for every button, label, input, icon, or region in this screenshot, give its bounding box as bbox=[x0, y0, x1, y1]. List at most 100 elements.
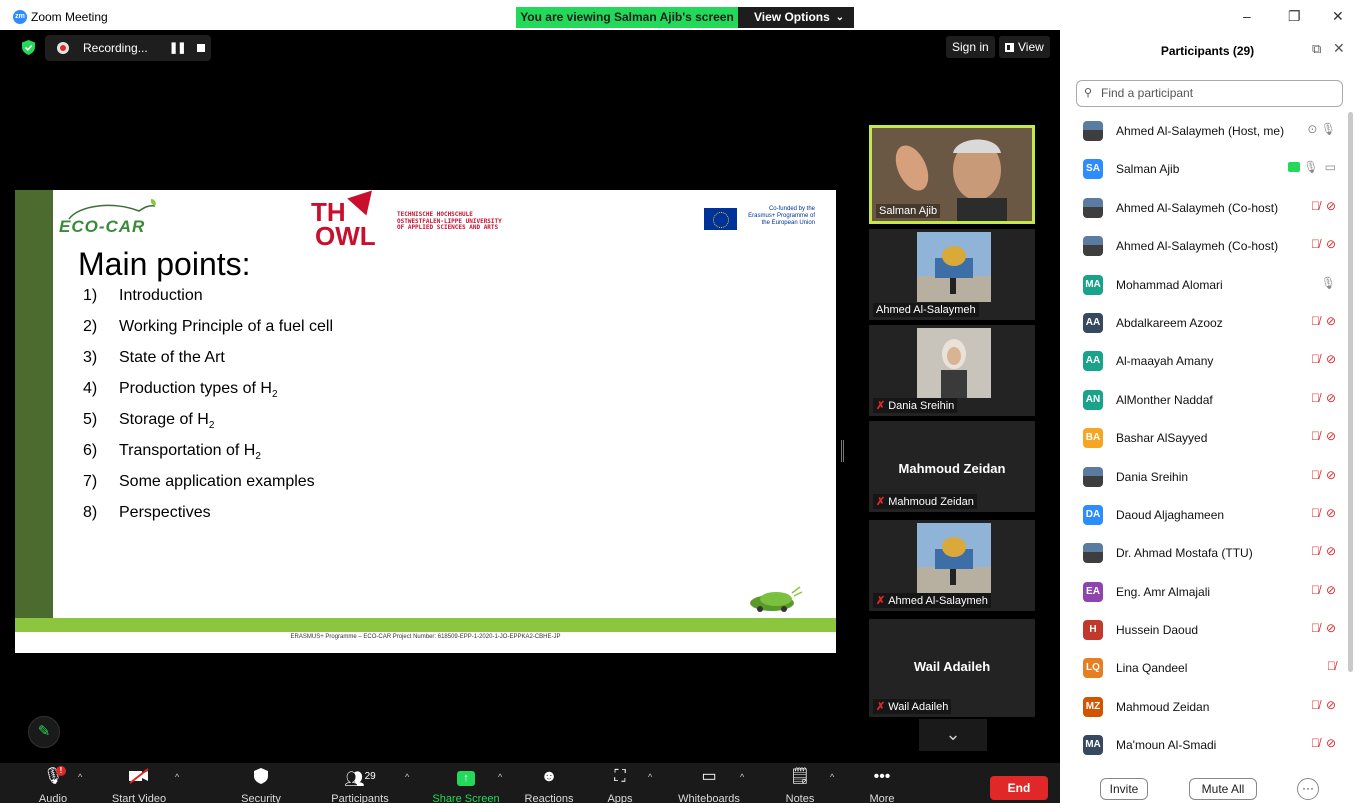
audio-options-caret-icon[interactable]: ^ bbox=[78, 772, 82, 782]
list-item: 7) Some application examples bbox=[83, 473, 315, 490]
stop-recording-icon[interactable] bbox=[197, 44, 205, 52]
participant-status-icons: 🎙̸ ⊘ bbox=[1311, 736, 1336, 750]
notes-icon: 🗒︎ bbox=[789, 768, 811, 785]
slide-title: Main points: bbox=[78, 246, 251, 282]
video-off-icon: ⊘ bbox=[1325, 198, 1336, 213]
participant-status-icons: 🎙̸ ⊘ bbox=[1311, 352, 1336, 366]
participant-row[interactable]: MZ Mahmoud Zeidan 🎙̸ ⊘ bbox=[1060, 688, 1350, 726]
video-off-icon: ⊘ bbox=[1325, 505, 1336, 520]
notes-caret-icon[interactable]: ^ bbox=[830, 772, 834, 782]
participant-row[interactable]: Dr. Ahmad Mostafa (TTU) 🎙̸ ⊘ bbox=[1060, 534, 1350, 572]
chevron-down-icon: ⌄ bbox=[945, 724, 961, 744]
minimize-icon[interactable]: – bbox=[1243, 8, 1251, 24]
more-options-button[interactable]: ··· bbox=[1297, 778, 1319, 800]
participant-row[interactable]: EA Eng. Amr Almajali 🎙̸ ⊘ bbox=[1060, 573, 1350, 611]
whiteboards-button[interactable]: ▭ Whiteboards bbox=[673, 763, 745, 803]
title-bar: zm Zoom Meeting You are viewing Salman A… bbox=[0, 0, 1060, 30]
participant-row[interactable]: SA Salman Ajib 🎙︎ ▭ bbox=[1060, 150, 1350, 188]
apps-button[interactable]: ⛶ Apps bbox=[600, 763, 640, 803]
participant-row[interactable]: AN AlMonther Naddaf 🎙̸ ⊘ bbox=[1060, 381, 1350, 419]
participant-row[interactable]: AA Al-maayah Amany 🎙̸ ⊘ bbox=[1060, 342, 1350, 380]
participant-row[interactable]: DA Daoud Aljaghameen 🎙̸ ⊘ bbox=[1060, 496, 1350, 534]
participant-row[interactable]: H Hussein Daoud 🎙̸ ⊘ bbox=[1060, 611, 1350, 649]
more-button[interactable]: ••• More bbox=[862, 763, 902, 803]
mic-muted-icon: 🎙̸ bbox=[1310, 467, 1320, 482]
screen-share-icon bbox=[1288, 162, 1301, 173]
mic-off-icon: ✗ bbox=[876, 496, 886, 508]
video-tile[interactable]: Mahmoud Zeidan ✗ Mahmoud Zeidan bbox=[869, 421, 1035, 512]
participants-panel: – ❐ ✕ Participants (29) ⧉ ✕ ⚲ Ahmed Al-S… bbox=[1060, 0, 1355, 803]
mute-all-button[interactable]: Mute All bbox=[1189, 778, 1257, 800]
audio-button[interactable]: 🎙︎ ! Audio bbox=[30, 763, 76, 803]
view-options-button[interactable]: View Options ⌄ bbox=[738, 7, 854, 28]
restore-icon[interactable]: ❐ bbox=[1288, 8, 1301, 25]
more-dots-icon: ••• bbox=[873, 768, 891, 785]
security-shield-icon[interactable] bbox=[22, 40, 35, 55]
video-tile[interactable]: Wail Adaileh ✗ Wail Adaileh bbox=[869, 619, 1035, 717]
mic-off-icon: ✗ bbox=[876, 595, 886, 607]
sign-in-button[interactable]: Sign in bbox=[946, 36, 995, 58]
invite-button[interactable]: Invite bbox=[1100, 778, 1148, 800]
security-shield-icon bbox=[235, 768, 287, 786]
apps-caret-icon[interactable]: ^ bbox=[648, 772, 652, 782]
video-options-caret-icon[interactable]: ^ bbox=[175, 772, 179, 782]
avatar: DA bbox=[1083, 504, 1103, 525]
mic-muted-icon: 🎙̸ bbox=[1310, 390, 1320, 405]
audio-alert-badge: ! bbox=[56, 766, 66, 776]
participant-row[interactable]: MA Ma'moun Al-Smadi 🎙̸ ⊘ bbox=[1060, 726, 1350, 764]
participant-row[interactable]: BA Bashar AlSayyed 🎙̸ ⊘ bbox=[1060, 419, 1350, 457]
whiteboards-caret-icon[interactable]: ^ bbox=[740, 772, 744, 782]
view-button[interactable]: View bbox=[999, 36, 1050, 58]
participants-button[interactable]: 👥︎29 Participants bbox=[328, 763, 392, 803]
participant-row[interactable]: Ahmed Al-Salaymeh (Host, me) ⊙ 🎙︎ bbox=[1060, 112, 1350, 150]
participant-list-scrollbar[interactable] bbox=[1348, 112, 1353, 672]
search-input[interactable] bbox=[1101, 86, 1336, 100]
annotate-pencil-button[interactable]: ✎ bbox=[28, 716, 60, 748]
notes-button[interactable]: 🗒︎ Notes bbox=[780, 763, 820, 803]
avatar bbox=[1083, 543, 1103, 564]
participant-row[interactable]: LQ Lina Qandeel 🎙̸ bbox=[1060, 649, 1350, 687]
list-item: 6) Transportation of H2 bbox=[83, 442, 261, 463]
reactions-button[interactable]: ☻ Reactions bbox=[522, 763, 576, 803]
participant-search[interactable]: ⚲ bbox=[1076, 80, 1343, 107]
start-video-button[interactable]: Start Video bbox=[105, 763, 173, 803]
mic-muted-icon: 🎙̸ bbox=[1310, 544, 1320, 559]
participant-row[interactable]: AA Abdalkareem Azooz 🎙̸ ⊘ bbox=[1060, 304, 1350, 342]
participant-row[interactable]: Ahmed Al-Salaymeh (Co-host) 🎙̸ ⊘ bbox=[1060, 227, 1350, 265]
video-off-icon bbox=[105, 768, 173, 786]
mic-muted-icon: 🎙̸ bbox=[1327, 659, 1336, 674]
share-options-caret-icon[interactable]: ^ bbox=[498, 772, 502, 782]
video-tile[interactable]: Ahmed Al-Salaymeh bbox=[869, 229, 1035, 320]
end-meeting-button[interactable]: End bbox=[990, 776, 1048, 800]
tile-name-label: Ahmed Al-Salaymeh bbox=[873, 303, 979, 317]
close-icon[interactable]: ✕ bbox=[1333, 40, 1345, 57]
video-tile[interactable]: ✗ Ahmed Al-Salaymeh bbox=[869, 520, 1035, 611]
share-screen-button[interactable]: ↑ Share Screen bbox=[430, 763, 502, 803]
eco-car-logo-text: ECO-CAR bbox=[59, 217, 146, 236]
resize-handle[interactable] bbox=[841, 440, 844, 462]
whiteboard-icon: ▭ bbox=[701, 768, 717, 785]
tiles-scroll-down-button[interactable]: ⌄ bbox=[919, 719, 987, 751]
window-close-icon[interactable]: ✕ bbox=[1332, 8, 1344, 25]
microphone-icon: 🎙︎ bbox=[1320, 275, 1336, 290]
security-button[interactable]: Security bbox=[235, 763, 287, 803]
participant-status-icons: 🎙̸ bbox=[1327, 659, 1336, 673]
video-tile[interactable]: ✗ Dania Sreihin bbox=[869, 325, 1035, 416]
zoom-app: zm Zoom Meeting You are viewing Salman A… bbox=[0, 0, 1355, 803]
participants-icon: 👥︎29 bbox=[344, 771, 376, 788]
tile-name-label: Salman Ajib bbox=[876, 204, 941, 218]
microphone-icon: 🎙︎ bbox=[42, 768, 64, 785]
participant-row[interactable]: MA Mohammad Alomari 🎙︎ bbox=[1060, 266, 1350, 304]
chevron-down-icon: ⌄ bbox=[835, 12, 844, 23]
popout-icon[interactable]: ⧉ bbox=[1312, 41, 1321, 57]
recording-indicator: Recording... ❚❚ bbox=[45, 35, 211, 61]
participant-name: Lina Qandeel bbox=[1116, 661, 1188, 676]
video-off-icon: ⊘ bbox=[1325, 237, 1336, 252]
participants-caret-icon[interactable]: ^ bbox=[405, 772, 409, 782]
pause-recording-icon[interactable]: ❚❚ bbox=[169, 41, 186, 54]
video-off-icon: ⊘ bbox=[1325, 582, 1336, 597]
participant-row[interactable]: Dania Sreihin 🎙̸ ⊘ bbox=[1060, 458, 1350, 496]
more-label: More bbox=[869, 793, 895, 803]
participant-row[interactable]: Ahmed Al-Salaymeh (Co-host) 🎙̸ ⊘ bbox=[1060, 189, 1350, 227]
video-tile-active-speaker[interactable]: Salman Ajib bbox=[869, 125, 1035, 224]
